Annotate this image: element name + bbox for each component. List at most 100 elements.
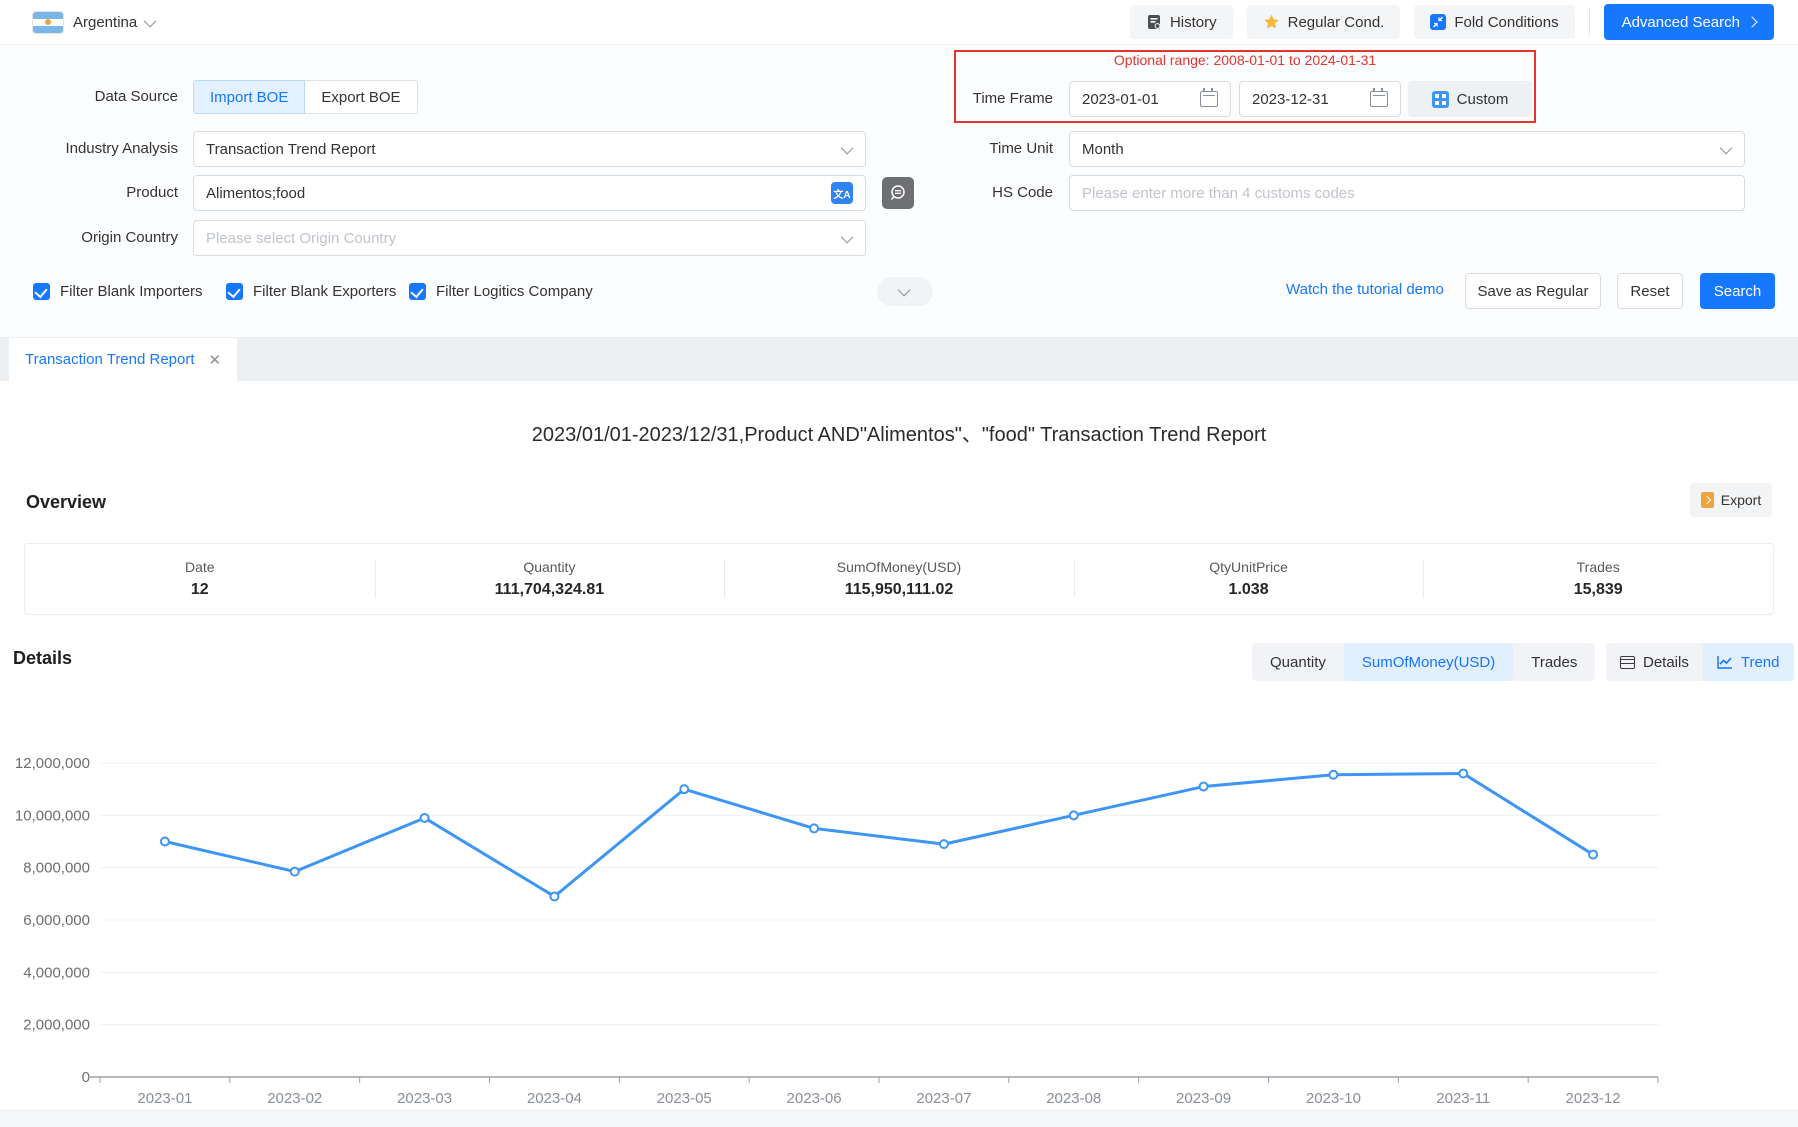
stat-qty-unit-price: QtyUnitPrice 1.038 [1074, 544, 1424, 614]
calendar-icon[interactable] [1200, 91, 1218, 107]
hs-code-label: HS Code [850, 175, 1053, 211]
svg-text:2023-05: 2023-05 [657, 1090, 712, 1107]
save-as-regular-button[interactable]: Save as Regular [1465, 273, 1601, 309]
fold-conditions-label: Fold Conditions [1454, 14, 1558, 31]
chevron-right-icon [1746, 16, 1757, 27]
industry-analysis-value: Transaction Trend Report [206, 141, 376, 158]
filter-logitics-company-checkbox[interactable]: Filter Logitics Company [409, 283, 593, 300]
advanced-search-button[interactable]: Advanced Search [1604, 4, 1774, 40]
checkbox-label: Filter Blank Exporters [253, 283, 396, 300]
checkbox-checked-icon [226, 283, 243, 300]
view-toggle-group: Details Trend [1606, 643, 1794, 681]
app-root: Argentina History Regular Cond. Fold Con… [0, 0, 1798, 1127]
stat-trades: Trades 15,839 [1423, 544, 1773, 614]
custom-range-button[interactable]: Custom [1408, 81, 1532, 117]
tab-bar: Transaction Trend Report ✕ [0, 338, 1798, 381]
close-icon[interactable]: ✕ [209, 351, 222, 369]
product-input[interactable] [206, 185, 831, 202]
optional-range-note: Optional range: 2008-01-01 to 2024-01-31 [954, 52, 1536, 68]
export-button[interactable]: Export [1690, 483, 1772, 517]
history-icon [1146, 14, 1162, 30]
industry-analysis-label: Industry Analysis [0, 131, 178, 167]
stat-label: Trades [1577, 559, 1620, 575]
time-unit-value: Month [1082, 141, 1124, 158]
custom-label: Custom [1457, 91, 1509, 108]
stat-label: QtyUnitPrice [1209, 559, 1288, 575]
trend-chart[interactable]: 02,000,0004,000,0006,000,0008,000,00010,… [0, 725, 1798, 1110]
tab-transaction-trend-report[interactable]: Transaction Trend Report ✕ [9, 338, 237, 381]
search-button[interactable]: Search [1700, 273, 1775, 309]
advanced-search-label: Advanced Search [1622, 14, 1740, 31]
reset-button[interactable]: Reset [1617, 273, 1683, 309]
export-label: Export [1721, 492, 1761, 508]
stat-label: Date [185, 559, 215, 575]
product-label: Product [0, 175, 178, 211]
stat-value: 15,839 [1574, 581, 1623, 599]
svg-text:2023-04: 2023-04 [527, 1090, 582, 1107]
expand-conditions-button[interactable] [877, 277, 933, 306]
overview-stats-card: Date 12 Quantity 111,704,324.81 SumOfMon… [24, 543, 1774, 615]
checkbox-label: Filter Blank Importers [60, 283, 203, 300]
hs-code-input[interactable] [1082, 185, 1732, 202]
svg-text:6,000,000: 6,000,000 [23, 912, 90, 929]
report-title: 2023/01/01-2023/12/31,Product AND"Alimen… [0, 418, 1798, 447]
view-tab-label: Details [1643, 654, 1689, 671]
filter-blank-exporters-checkbox[interactable]: Filter Blank Exporters [226, 283, 396, 300]
view-tab-trend[interactable]: Trend [1703, 643, 1794, 681]
metric-tab-quantity[interactable]: Quantity [1252, 643, 1344, 681]
svg-text:2023-01: 2023-01 [137, 1090, 192, 1107]
chevron-down-icon [897, 284, 910, 297]
fold-conditions-button[interactable]: Fold Conditions [1414, 5, 1574, 39]
import-boe-option[interactable]: Import BOE [193, 80, 305, 114]
export-icon [1701, 492, 1714, 508]
time-unit-select[interactable]: Month [1069, 131, 1745, 167]
view-tab-label: Trend [1741, 654, 1780, 671]
time-frame-label: Time Frame [850, 81, 1053, 117]
svg-text:8,000,000: 8,000,000 [23, 860, 90, 877]
filter-blank-importers-checkbox[interactable]: Filter Blank Importers [33, 283, 203, 300]
trend-chart-area: 02,000,0004,000,0006,000,0008,000,00010,… [0, 725, 1798, 1110]
origin-country-label: Origin Country [0, 220, 178, 256]
checkbox-checked-icon [409, 283, 426, 300]
country-selector[interactable]: Argentina [33, 12, 156, 33]
data-source-label: Data Source [0, 79, 178, 115]
details-heading: Details [13, 648, 72, 669]
date-start-input[interactable] [1082, 91, 1200, 108]
origin-country-select[interactable]: Please select Origin Country [193, 220, 866, 256]
date-end-field[interactable] [1239, 81, 1401, 117]
stat-date: Date 12 [25, 544, 375, 614]
industry-analysis-select[interactable]: Transaction Trend Report [193, 131, 866, 167]
svg-text:10,000,000: 10,000,000 [15, 807, 90, 824]
svg-text:2,000,000: 2,000,000 [23, 1017, 90, 1034]
checkbox-checked-icon [33, 283, 50, 300]
export-boe-option[interactable]: Export BOE [305, 80, 417, 114]
argentina-flag-icon [33, 12, 63, 33]
time-unit-label: Time Unit [850, 131, 1053, 167]
product-field[interactable]: 文A [193, 175, 866, 211]
stat-value: 111,704,324.81 [495, 581, 604, 599]
stat-label: Quantity [523, 559, 575, 575]
date-start-field[interactable] [1069, 81, 1231, 117]
tab-label: Transaction Trend Report [25, 351, 195, 368]
topbar-actions: History Regular Cond. Fold Conditions Ad… [1130, 4, 1798, 40]
history-label: History [1170, 14, 1217, 31]
history-button[interactable]: History [1130, 5, 1233, 39]
metric-tab-trades[interactable]: Trades [1513, 643, 1595, 681]
svg-text:12,000,000: 12,000,000 [15, 755, 90, 772]
metric-tab-sum-of-money[interactable]: SumOfMoney(USD) [1344, 643, 1513, 681]
view-tab-details[interactable]: Details [1606, 643, 1703, 681]
svg-text:2023-03: 2023-03 [397, 1090, 452, 1107]
hs-code-field[interactable] [1069, 175, 1745, 211]
stat-quantity: Quantity 111,704,324.81 [375, 544, 725, 614]
topbar-divider [1589, 9, 1590, 35]
chevron-down-icon [841, 230, 854, 243]
tutorial-link[interactable]: Watch the tutorial demo [1286, 281, 1444, 298]
topbar: Argentina History Regular Cond. Fold Con… [0, 0, 1798, 45]
regular-cond-button[interactable]: Regular Cond. [1247, 5, 1401, 39]
bottom-strip [0, 1110, 1798, 1127]
fold-icon [1430, 14, 1446, 30]
date-end-input[interactable] [1252, 91, 1370, 108]
star-icon [1263, 14, 1280, 30]
calendar-icon[interactable] [1370, 91, 1388, 107]
svg-text:2023-09: 2023-09 [1176, 1090, 1231, 1107]
